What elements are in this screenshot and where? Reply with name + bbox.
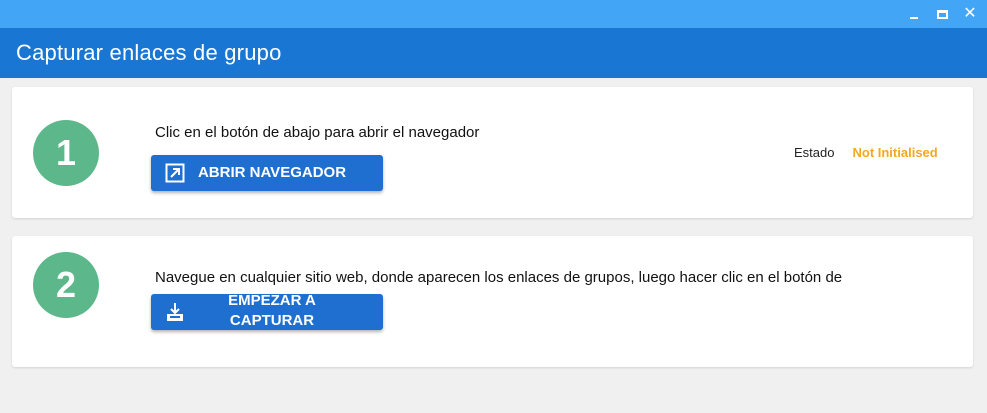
window-titlebar: ✕ — [0, 0, 987, 28]
step-number-badge: 2 — [33, 252, 99, 318]
start-capture-button[interactable]: EMPEZAR A CAPTURAR — [151, 292, 383, 330]
download-tray-icon — [167, 303, 183, 321]
open-external-icon — [165, 163, 185, 183]
step-instruction: Clic en el botón de abajo para abrir el … — [155, 124, 480, 141]
start-capture-label: EMPEZAR A CAPTURAR — [228, 292, 316, 329]
window-controls: ✕ — [905, 3, 979, 25]
maximize-button[interactable] — [933, 5, 951, 23]
minimize-icon — [910, 17, 918, 19]
close-button[interactable]: ✕ — [961, 5, 979, 23]
status-label: Estado — [794, 145, 835, 160]
step-card-2: 2 Navegue en cualquier sitio web, donde … — [12, 236, 973, 367]
step-number-badge: 1 — [33, 120, 99, 186]
step-card-1: 1 Clic en el botón de abajo para abrir e… — [12, 87, 973, 218]
page-title: Capturar enlaces de grupo — [16, 40, 282, 65]
step-instruction: Navegue en cualquier sitio web, donde ap… — [155, 269, 843, 286]
close-icon: ✕ — [963, 5, 977, 22]
status-value: Not Initialised — [852, 145, 938, 160]
minimize-button[interactable] — [905, 5, 923, 23]
app-header: Capturar enlaces de grupo — [0, 28, 987, 78]
open-browser-button[interactable]: ABRIR NAVEGADOR — [151, 155, 383, 191]
status-indicator: Estado Not Initialised — [794, 145, 938, 160]
maximize-icon — [936, 9, 948, 19]
open-browser-label: ABRIR NAVEGADOR — [197, 164, 347, 181]
